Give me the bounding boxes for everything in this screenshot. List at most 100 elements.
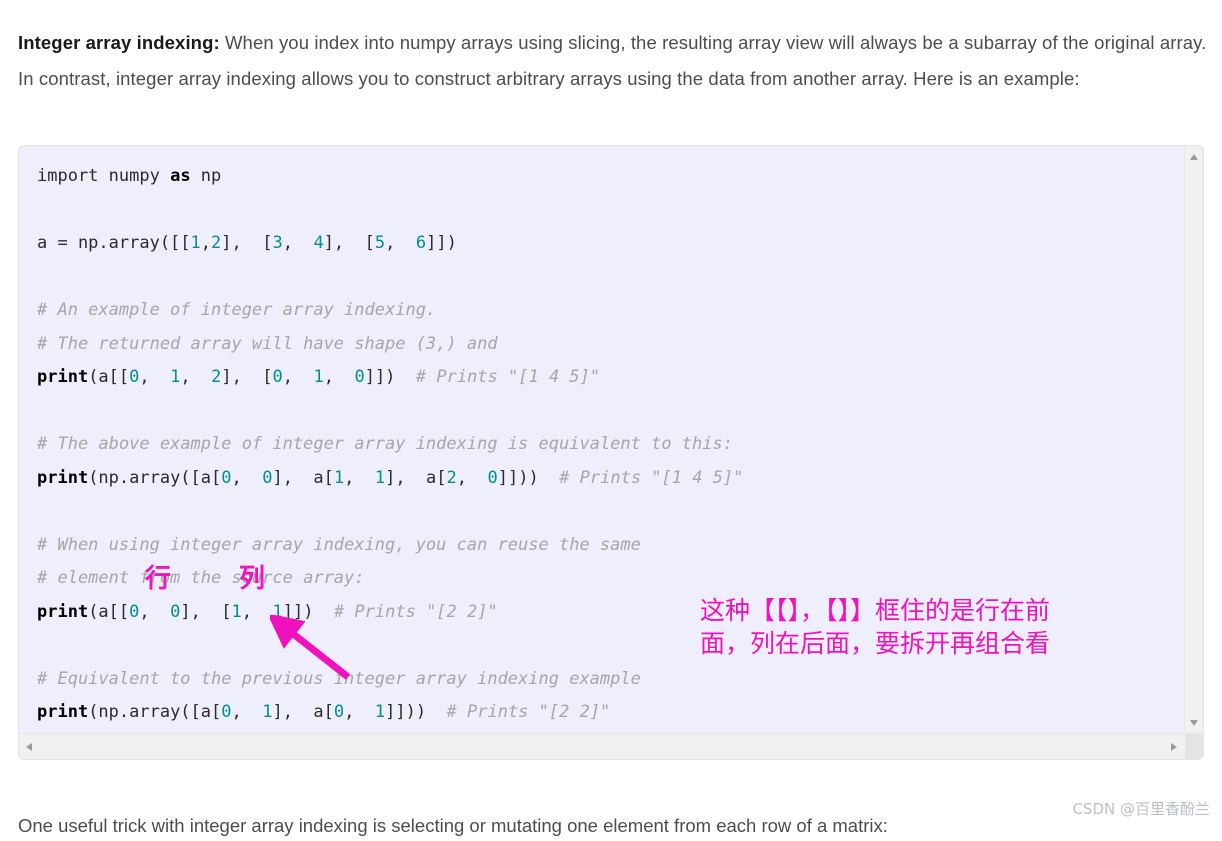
code-token-plain: (a[[: [88, 367, 130, 387]
code-token-num: 1: [313, 367, 324, 387]
code-token-plain: ,: [200, 233, 212, 253]
scrollbar-corner: [1185, 734, 1203, 759]
code-token-num: 0: [354, 367, 365, 387]
code-token-plain: ,: [231, 467, 263, 488]
code-token-fn: print: [37, 702, 89, 722]
code-token-plain: ,: [231, 702, 263, 722]
code-token-num: 0: [129, 367, 140, 387]
code-token-num: 1: [262, 702, 273, 722]
code-token-comment: # element from the source array:: [37, 568, 365, 588]
triangle-left-icon[interactable]: [26, 743, 32, 751]
code-token-plain: ,: [385, 233, 416, 253]
code-line: # An example of integer array indexing.: [37, 294, 743, 328]
code-token-plain: ,: [456, 467, 488, 488]
vertical-scrollbar[interactable]: [1184, 146, 1203, 734]
code-token-num: 6: [415, 233, 427, 253]
code-token-comment: # An example of integer array indexing.: [37, 300, 437, 320]
horizontal-scrollbar[interactable]: [19, 733, 1203, 759]
code-line: print(np.array([a[0, 1], a[0, 1]])) # Pr…: [37, 696, 743, 730]
watermark: CSDN @百里香酚兰: [1072, 800, 1210, 818]
code-token-num: 0: [333, 702, 345, 722]
code-line: a = np.array([[1,2], [3, 4], [5, 6]]): [37, 227, 743, 261]
code-token-plain: numpy: [108, 166, 171, 186]
code-token-plain: np: [190, 166, 222, 186]
code-token-num: 0: [221, 702, 232, 722]
code-token-plain: ], [: [221, 233, 273, 253]
bottom-paragraph: One useful trick with integer array inde…: [18, 814, 888, 836]
code-token-plain: ,: [139, 367, 171, 387]
code-token-plain: ]]): [364, 367, 416, 387]
code-token-comment: # Prints "[1 4 5]": [559, 467, 744, 488]
code-token-fn: print: [37, 367, 89, 387]
code-line: # The above example of integer array ind…: [37, 428, 743, 462]
code-line: print(a[[0, 1, 2], [0, 1, 0]]) # Prints …: [37, 361, 743, 395]
code-token-plain: ,: [241, 601, 273, 622]
triangle-up-icon[interactable]: [1190, 154, 1198, 160]
code-token-num: 1: [170, 367, 181, 387]
code-line: # The returned array will have shape (3,…: [37, 328, 743, 362]
code-token-plain: (np.array([a[: [88, 702, 222, 722]
code-token-num: 1: [190, 233, 201, 253]
code-line: print(np.array([a[0, 0], a[1, 1], a[2, 0…: [37, 462, 743, 496]
code-content[interactable]: import numpy as np a = np.array([[1,2], …: [37, 160, 743, 730]
code-token-plain: ]]): [426, 233, 457, 253]
code-token-comment: # Prints "[2 2]": [333, 601, 498, 622]
code-token-num: 3: [272, 233, 283, 253]
intro-paragraph: Integer array indexing: When you index i…: [18, 25, 1208, 97]
code-token-num: 0: [272, 367, 283, 387]
code-token-num: 2: [446, 467, 457, 488]
code-token-comment: # Prints "[1 4 5]": [415, 367, 601, 387]
code-token-num: 0: [262, 467, 273, 488]
code-line: # element from the source array:: [37, 562, 743, 596]
code-token-num: 5: [374, 233, 386, 253]
code-token-comment: # Equivalent to the previous integer arr…: [37, 668, 641, 689]
code-line: print(a[[0, 0], [1, 1]]) # Prints "[2 2]…: [37, 596, 743, 630]
code-token-plain: ], a[: [272, 702, 334, 722]
code-token-plain: ], [: [323, 233, 375, 253]
code-token-num: 1: [231, 601, 242, 622]
code-token-plain: ], [: [180, 601, 232, 622]
code-token-plain: ,: [323, 367, 355, 387]
code-token-plain: (a[[: [88, 601, 130, 622]
code-line: # When using integer array indexing, you…: [37, 529, 743, 563]
triangle-right-icon[interactable]: [1171, 743, 1177, 751]
code-token-plain: (np.array([a[: [88, 467, 222, 488]
code-token-plain: ], a[: [272, 467, 334, 488]
code-line: # Equivalent to the previous integer arr…: [37, 663, 743, 697]
code-token-num: 1: [374, 467, 386, 488]
code-token-plain: ,: [344, 702, 375, 722]
code-token-plain: ,: [344, 467, 375, 488]
code-token-plain: import: [37, 166, 109, 186]
code-token-plain: ]])): [385, 702, 447, 722]
code-token-plain: ], [: [221, 367, 273, 387]
code-token-fn: print: [37, 467, 89, 488]
code-token-num: 4: [313, 233, 324, 253]
code-token-plain: ]])): [497, 467, 560, 488]
code-token-num: 2: [211, 367, 222, 387]
code-token-fn: print: [37, 601, 89, 622]
code-line: import numpy as np: [37, 160, 743, 194]
code-token-comment: # The above example of integer array ind…: [37, 434, 733, 454]
code-token-num: 0: [487, 467, 498, 488]
code-token-num: 1: [272, 601, 283, 622]
code-token-plain: ,: [282, 233, 314, 253]
code-token-plain: ,: [282, 367, 314, 387]
intro-lead-term: Integer array indexing:: [18, 31, 220, 53]
code-viewport: import numpy as np a = np.array([[1,2], …: [19, 146, 1185, 734]
code-token-comment: # The returned array will have shape (3,…: [37, 333, 498, 354]
code-token-plain: ]]): [282, 601, 334, 622]
code-block: import numpy as np a = np.array([[1,2], …: [18, 145, 1204, 760]
code-token-comment: # When using integer array indexing, you…: [37, 534, 641, 555]
code-token-comment: # Prints "[2 2]": [446, 702, 611, 722]
code-token-kw: as: [170, 166, 191, 186]
code-token-plain: ,: [139, 601, 171, 622]
triangle-down-icon[interactable]: [1190, 720, 1198, 726]
code-token-num: 2: [211, 233, 222, 253]
code-token-num: 0: [221, 467, 232, 488]
code-token-plain: ], a[: [385, 467, 447, 488]
code-token-plain: a = np.array([[: [37, 233, 191, 253]
